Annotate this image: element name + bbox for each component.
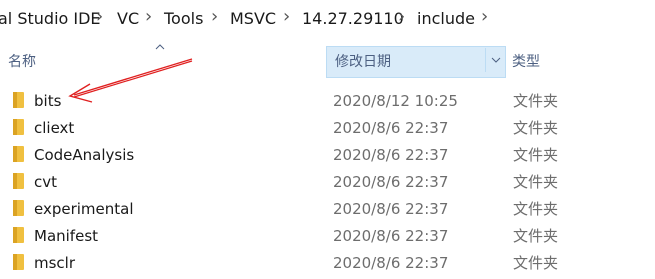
- breadcrumb-item-include[interactable]: include: [417, 9, 475, 29]
- breadcrumb: al Studio IDE › VC › Tools › MSVC › 14.2…: [0, 0, 655, 36]
- folder-icon: [13, 200, 24, 216]
- file-type: 文件夹: [513, 146, 559, 164]
- file-name: experimental: [34, 200, 134, 218]
- file-type: 文件夹: [513, 173, 559, 191]
- chevron-down-icon[interactable]: [485, 48, 506, 72]
- file-name: Manifest: [34, 227, 99, 245]
- list-item[interactable]: cvt 2020/8/6 22:37 文件夹: [0, 168, 655, 195]
- sort-up-icon: [155, 42, 165, 52]
- file-name: cliext: [34, 119, 75, 137]
- file-type: 文件夹: [513, 254, 559, 272]
- file-date: 2020/8/12 10:25: [333, 92, 458, 110]
- chevron-right-icon[interactable]: ›: [145, 7, 152, 27]
- file-date: 2020/8/6 22:37: [333, 146, 449, 164]
- file-date: 2020/8/6 22:37: [333, 173, 449, 191]
- list-item[interactable]: CodeAnalysis 2020/8/6 22:37 文件夹: [0, 141, 655, 168]
- breadcrumb-item-vc[interactable]: VC: [117, 9, 139, 29]
- column-header-date[interactable]: 修改日期: [326, 46, 506, 78]
- list-item[interactable]: experimental 2020/8/6 22:37 文件夹: [0, 195, 655, 222]
- file-name: bits: [34, 92, 62, 110]
- file-type: 文件夹: [513, 227, 559, 245]
- file-type: 文件夹: [513, 92, 559, 110]
- chevron-right-icon[interactable]: ›: [211, 7, 218, 27]
- folder-icon: [13, 119, 24, 135]
- file-date: 2020/8/6 22:37: [333, 119, 449, 137]
- chevron-right-icon[interactable]: ›: [96, 7, 103, 27]
- folder-icon: [13, 146, 24, 162]
- breadcrumb-item-visual-studio-ide[interactable]: al Studio IDE: [0, 9, 101, 29]
- folder-icon: [13, 254, 24, 270]
- column-header-type[interactable]: 类型: [506, 46, 655, 78]
- list-item[interactable]: bits 2020/8/12 10:25 文件夹: [0, 87, 655, 114]
- folder-icon: [13, 227, 24, 243]
- column-header-bar: 名称 修改日期 类型: [0, 42, 655, 80]
- breadcrumb-item-msvc[interactable]: MSVC: [230, 9, 276, 29]
- breadcrumb-item-tools[interactable]: Tools: [164, 9, 203, 29]
- file-type: 文件夹: [513, 200, 559, 218]
- file-name: cvt: [34, 173, 58, 191]
- file-date: 2020/8/6 22:37: [333, 254, 449, 272]
- list-item[interactable]: Manifest 2020/8/6 22:37 文件夹: [0, 222, 655, 249]
- file-name: CodeAnalysis: [34, 146, 135, 164]
- chevron-right-icon[interactable]: ›: [398, 7, 405, 27]
- file-date: 2020/8/6 22:37: [333, 227, 449, 245]
- folder-icon: [13, 92, 24, 108]
- folder-icon: [13, 173, 24, 189]
- chevron-right-icon[interactable]: ›: [481, 7, 488, 27]
- chevron-right-icon[interactable]: ›: [283, 7, 290, 27]
- list-item[interactable]: cliext 2020/8/6 22:37 文件夹: [0, 114, 655, 141]
- list-item[interactable]: msclr 2020/8/6 22:37 文件夹: [0, 249, 655, 276]
- file-name: msclr: [34, 254, 76, 272]
- file-type: 文件夹: [513, 119, 559, 137]
- breadcrumb-item-version[interactable]: 14.27.29110: [302, 9, 404, 29]
- file-date: 2020/8/6 22:37: [333, 200, 449, 218]
